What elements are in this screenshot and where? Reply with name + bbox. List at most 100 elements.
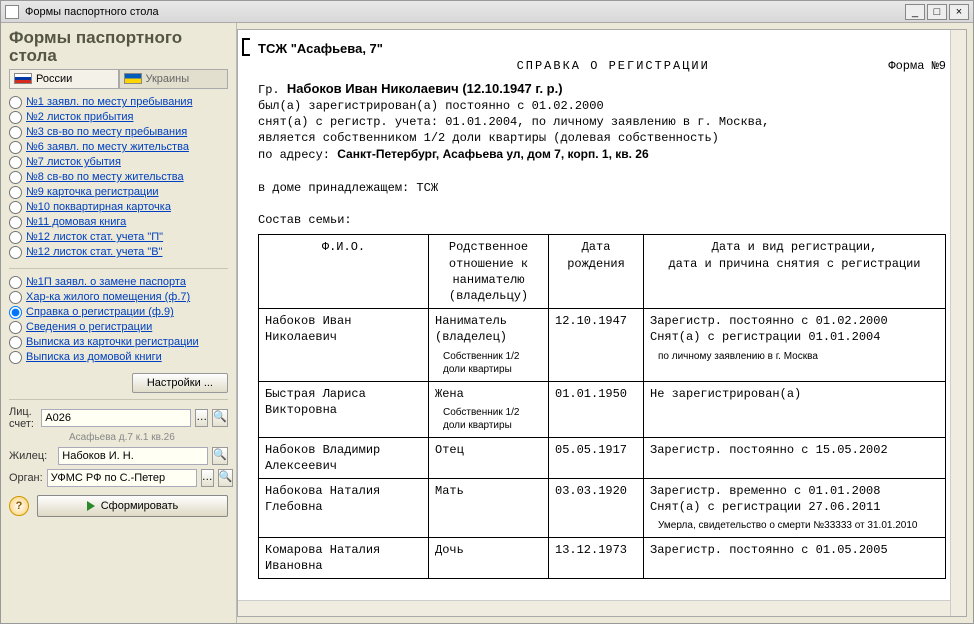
form-radio[interactable] <box>9 186 22 199</box>
form-link[interactable]: №1П заявл. о замене паспорта <box>26 276 186 288</box>
form-link[interactable]: №6 заявл. по месту жительства <box>26 141 189 153</box>
form-option[interactable]: Справка о регистрации (ф.9) <box>9 305 228 320</box>
form-option[interactable]: Хар-ка жилого помещения (ф.7) <box>9 290 228 305</box>
form-link[interactable]: №9 карточка регистрации <box>26 186 159 198</box>
form-radio[interactable] <box>9 171 22 184</box>
form-option[interactable]: №1П заявл. о замене паспорта <box>9 275 228 290</box>
organ-input[interactable] <box>47 469 197 487</box>
form-radio[interactable] <box>9 126 22 139</box>
form-option[interactable]: №6 заявл. по месту жительства <box>9 140 228 155</box>
tenant-input[interactable] <box>58 447 208 465</box>
form-link[interactable]: Выписка из домовой книги <box>26 351 162 363</box>
th-dob: Дата рождения <box>549 235 644 309</box>
form-option[interactable]: №2 листок прибытия <box>9 110 228 125</box>
th-fio: Ф.И.О. <box>259 235 429 309</box>
document-pane: ТСЖ "Асафьева, 7" СПРАВКА О РЕГИСТРАЦИИ … <box>237 29 967 617</box>
form-link[interactable]: Выписка из карточки регистрации <box>26 336 199 348</box>
form-link[interactable]: №2 листок прибытия <box>26 111 134 123</box>
form-radio[interactable] <box>9 351 22 364</box>
form-option[interactable]: №12 листок стат. учета "В" <box>9 245 228 260</box>
form-link[interactable]: №10 поквартирная карточка <box>26 201 171 213</box>
account-search-button[interactable]: 🔍 <box>212 409 228 427</box>
cell-reg: Зарегистр. временно с 01.01.2008Снят(а) … <box>644 479 946 538</box>
form-option[interactable]: №1 заявл. по месту пребывания <box>9 95 228 110</box>
form-radio[interactable] <box>9 156 22 169</box>
forms-list: №1 заявл. по месту пребывания №2 листок п… <box>9 95 228 260</box>
sidebar-heading: Формы паспортного стола <box>9 29 228 65</box>
maximize-button[interactable]: □ <box>927 4 947 20</box>
table-row: Набоков Иван НиколаевичНаниматель (владе… <box>259 309 946 381</box>
form-radio[interactable] <box>9 231 22 244</box>
cell-fio: Набоков Владимир Алексеевич <box>259 437 429 478</box>
cell-relation: Наниматель (владелец)Собственник 1/2 дол… <box>429 309 549 381</box>
form-option[interactable]: Выписка из карточки регистрации <box>9 335 228 350</box>
form-link[interactable]: №8 св-во по месту жительства <box>26 171 184 183</box>
cell-fio: Комарова Наталия Ивановна <box>259 537 429 578</box>
extra-forms-list: №1П заявл. о замене паспорта Хар-ка жилог… <box>9 275 228 365</box>
form-link[interactable]: №7 листок убытия <box>26 156 121 168</box>
window-title: Формы паспортного стола <box>25 6 159 18</box>
tab-russia-label: России <box>36 73 72 85</box>
cell-relation: Отец <box>429 437 549 478</box>
form-link[interactable]: №12 листок стат. учета "В" <box>26 246 163 258</box>
account-browse-button[interactable]: … <box>195 409 208 427</box>
form-radio[interactable] <box>9 141 22 154</box>
cell-relation: Дочь <box>429 537 549 578</box>
form-radio[interactable] <box>9 306 22 319</box>
form-option[interactable]: №8 св-во по месту жительства <box>9 170 228 185</box>
generate-button[interactable]: Сформировать <box>37 495 228 517</box>
form-radio[interactable] <box>9 321 22 334</box>
addr-text: Санкт-Петербург, Асафьева ул, дом 7, кор… <box>337 147 648 161</box>
form-link[interactable]: №1 заявл. по месту пребывания <box>26 96 193 108</box>
form-link[interactable]: №12 листок стат. учета "П" <box>26 231 163 243</box>
cell-dob: 03.03.1920 <box>549 479 644 538</box>
bracket-icon <box>242 38 250 56</box>
form-option[interactable]: Выписка из домовой книги <box>9 350 228 365</box>
form-option[interactable]: Сведения о регистрации <box>9 320 228 335</box>
cell-relation: ЖенаСобственник 1/2 доли квартиры <box>429 381 549 437</box>
form-radio[interactable] <box>9 216 22 229</box>
organ-label: Орган: <box>9 472 43 484</box>
cell-reg: Не зарегистрирован(а) <box>644 381 946 437</box>
form-option[interactable]: №3 св-во по месту пребывания <box>9 125 228 140</box>
organ-browse-button[interactable]: … <box>201 469 214 487</box>
form-option[interactable]: №9 карточка регистрации <box>9 185 228 200</box>
help-icon[interactable]: ? <box>9 496 29 516</box>
form-option[interactable]: №11 домовая книга <box>9 215 228 230</box>
form-option[interactable]: №10 поквартирная карточка <box>9 200 228 215</box>
form-radio[interactable] <box>9 336 22 349</box>
account-input[interactable] <box>41 409 191 427</box>
tab-ukraine[interactable]: Украины <box>119 69 229 88</box>
form-link[interactable]: Хар-ка жилого помещения (ф.7) <box>26 291 190 303</box>
tab-ukraine-label: Украины <box>146 73 190 85</box>
person-name: Набоков Иван Николаевич (12.10.1947 г. р… <box>287 81 563 96</box>
form-option[interactable]: №12 листок стат. учета "П" <box>9 230 228 245</box>
family-caption: Состав семьи: <box>258 212 946 228</box>
tenant-search-button[interactable]: 🔍 <box>212 447 228 465</box>
form-link[interactable]: Сведения о регистрации <box>26 321 152 333</box>
cell-dob: 12.10.1947 <box>549 309 644 381</box>
cell-fio: Набокова Наталия Глебовна <box>259 479 429 538</box>
horizontal-scrollbar[interactable] <box>238 600 950 616</box>
vertical-scrollbar[interactable] <box>950 30 966 616</box>
organ-search-button[interactable]: 🔍 <box>218 469 234 487</box>
form-radio[interactable] <box>9 111 22 124</box>
tab-russia[interactable]: России <box>9 69 119 88</box>
country-tabs: России Украины <box>9 69 228 89</box>
form-radio[interactable] <box>9 276 22 289</box>
form-link[interactable]: №11 домовая книга <box>26 216 126 228</box>
app-icon <box>5 5 19 19</box>
cell-reg: Зарегистр. постоянно с 15.05.2002 <box>644 437 946 478</box>
form-radio[interactable] <box>9 96 22 109</box>
form-radio[interactable] <box>9 246 22 259</box>
form-radio[interactable] <box>9 201 22 214</box>
cell-reg: Зарегистр. постоянно с 01.02.2000Снят(а)… <box>644 309 946 381</box>
form-option[interactable]: №7 листок убытия <box>9 155 228 170</box>
close-button[interactable]: × <box>949 4 969 20</box>
form-radio[interactable] <box>9 291 22 304</box>
form-link[interactable]: №3 св-во по месту пребывания <box>26 126 187 138</box>
minimize-button[interactable]: _ <box>905 4 925 20</box>
tenant-label: Жилец: <box>9 450 54 462</box>
form-link[interactable]: Справка о регистрации (ф.9) <box>26 306 174 318</box>
settings-button[interactable]: Настройки ... <box>132 373 228 393</box>
